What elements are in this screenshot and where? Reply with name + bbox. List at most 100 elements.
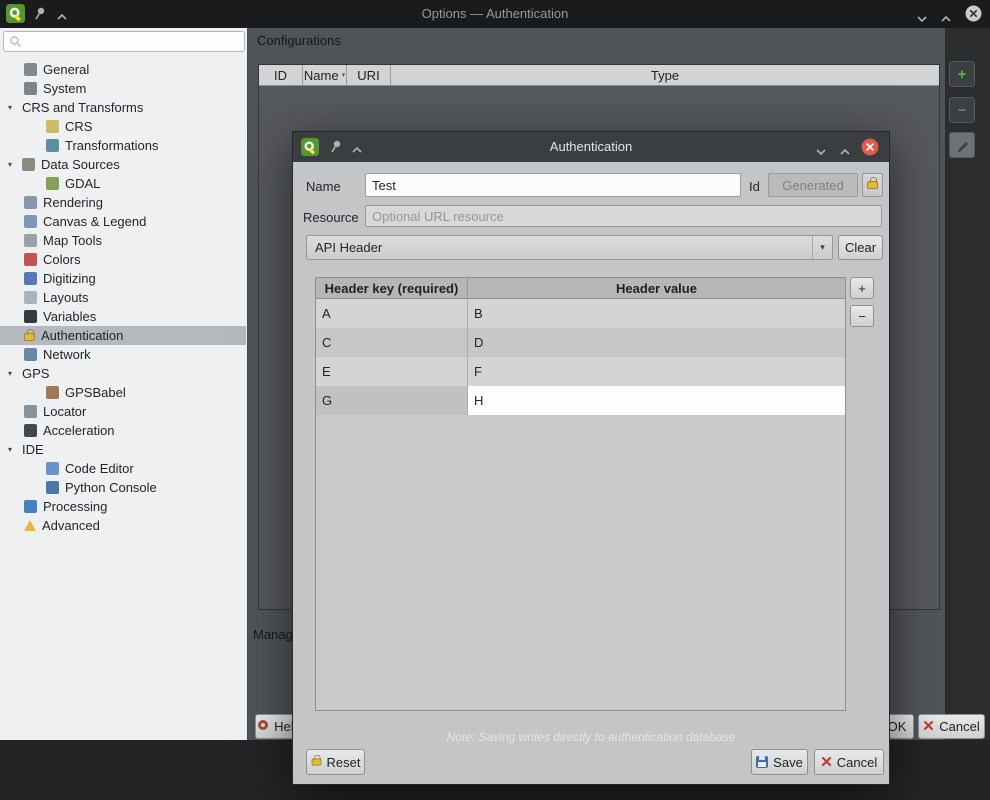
column-header-type[interactable]: Type [391, 65, 939, 85]
warning-triangle-icon [24, 520, 36, 531]
value-cell[interactable]: D [468, 328, 845, 357]
options-titlebar[interactable]: Options — Authentication [0, 0, 990, 28]
sidebar-item-python-console[interactable]: Python Console [0, 478, 246, 497]
key-cell[interactable]: G [316, 386, 468, 415]
header-table[interactable]: Header key (required) Header value A B C… [315, 277, 846, 711]
cancel-x-icon [923, 719, 934, 734]
sidebar-item-crs-and-transforms[interactable]: ▾ CRS and Transforms [0, 98, 246, 117]
value-cell[interactable]: B [468, 299, 845, 328]
header-table-head: Header key (required) Header value [316, 278, 845, 299]
table-row[interactable]: C D [316, 328, 845, 357]
sidebar-item-layouts[interactable]: Layouts [0, 288, 246, 307]
chevron-down-icon[interactable] [815, 144, 827, 162]
sidebar-item-gpsbabel[interactable]: GPSBabel [0, 383, 246, 402]
key-cell[interactable]: E [316, 357, 468, 386]
sidebar-item-gps[interactable]: ▾ GPS [0, 364, 246, 383]
remove-configuration-button[interactable]: − [949, 97, 975, 123]
item-label: Advanced [42, 518, 100, 533]
column-header-id[interactable]: ID [259, 65, 303, 85]
dialog-cancel-button[interactable]: Cancel [814, 749, 884, 775]
remove-header-button[interactable]: − [850, 305, 874, 327]
chevron-up-icon[interactable] [940, 11, 952, 29]
dropdown-arrow-icon: ▾ [812, 236, 832, 259]
add-configuration-button[interactable]: + [949, 61, 975, 87]
value-cell[interactable]: F [468, 357, 845, 386]
sidebar-item-code-editor[interactable]: Code Editor [0, 459, 246, 478]
item-label: Authentication [41, 328, 123, 343]
column-header-value[interactable]: Header value [468, 278, 845, 298]
id-lock-button[interactable] [862, 173, 883, 197]
expander-icon[interactable]: ▾ [8, 103, 22, 112]
sidebar-item-network[interactable]: Network [0, 345, 246, 364]
resource-input[interactable] [365, 205, 882, 227]
sidebar-item-advanced[interactable]: Advanced [0, 516, 246, 535]
id-label: Id [749, 179, 760, 194]
window-title: Options — Authentication [0, 0, 990, 28]
digitizing-icon [24, 272, 37, 285]
clear-button[interactable]: Clear [838, 235, 883, 260]
sidebar-item-crs[interactable]: CRS [0, 117, 246, 136]
sidebar-item-acceleration[interactable]: Acceleration [0, 421, 246, 440]
dialog-titlebar[interactable]: Authentication [293, 132, 889, 162]
sidebar-item-system[interactable]: System [0, 79, 246, 98]
locator-icon [24, 405, 37, 418]
sidebar-item-transformations[interactable]: Transformations [0, 136, 246, 155]
search-input[interactable] [3, 31, 245, 52]
name-input[interactable] [365, 173, 741, 197]
close-icon[interactable] [861, 138, 879, 161]
table-row[interactable]: E F [316, 357, 845, 386]
key-cell[interactable]: C [316, 328, 468, 357]
item-label: Acceleration [43, 423, 115, 438]
cancel-button[interactable]: Cancel [918, 714, 985, 739]
python-console-icon [46, 481, 59, 494]
manage-label: Manag [253, 627, 293, 642]
item-label: General [43, 62, 89, 77]
key-cell[interactable]: A [316, 299, 468, 328]
auth-method-select[interactable]: API Header ▾ [306, 235, 833, 260]
chevron-down-icon[interactable] [916, 11, 928, 29]
sidebar-item-rendering[interactable]: Rendering [0, 193, 246, 212]
column-header-uri[interactable]: URI [347, 65, 391, 85]
add-header-button[interactable]: + [850, 277, 874, 299]
item-label: CRS and Transforms [22, 100, 143, 115]
reset-button[interactable]: Reset [306, 749, 365, 775]
chevron-up-icon[interactable] [839, 144, 851, 162]
table-row[interactable]: G H [316, 386, 845, 415]
variables-icon [24, 310, 37, 323]
sidebar-item-general[interactable]: General [0, 60, 246, 79]
authentication-dialog: Authentication Name Id Generated Resourc… [292, 131, 890, 785]
canvas-legend-icon [24, 215, 37, 228]
save-button[interactable]: Save [751, 749, 808, 775]
expander-icon[interactable]: ▾ [8, 369, 22, 378]
lock-icon [867, 181, 878, 189]
resource-label: Resource [303, 210, 359, 225]
map-tools-icon [24, 234, 37, 247]
data-sources-icon [22, 158, 35, 171]
sidebar-item-ide[interactable]: ▾ IDE [0, 440, 246, 459]
config-toolbar: + − [945, 28, 990, 740]
sidebar-item-digitizing[interactable]: Digitizing [0, 269, 246, 288]
sidebar-item-variables[interactable]: Variables [0, 307, 246, 326]
item-label: GPS [22, 366, 49, 381]
sidebar-item-data-sources[interactable]: ▾ Data Sources [0, 155, 246, 174]
close-icon[interactable] [965, 5, 982, 27]
sidebar-item-processing[interactable]: Processing [0, 497, 246, 516]
sidebar-item-canvas-legend[interactable]: Canvas & Legend [0, 212, 246, 231]
expander-icon[interactable]: ▾ [8, 445, 22, 454]
sidebar-item-gdal[interactable]: GDAL [0, 174, 246, 193]
column-header-name[interactable]: Name ▾ [303, 65, 347, 85]
sidebar-item-authentication[interactable]: Authentication [0, 326, 246, 345]
column-header-key[interactable]: Header key (required) [316, 278, 468, 298]
sidebar-item-colors[interactable]: Colors [0, 250, 246, 269]
expander-icon[interactable]: ▾ [8, 160, 22, 169]
value-cell[interactable]: H [468, 386, 845, 415]
sidebar-item-map-tools[interactable]: Map Tools [0, 231, 246, 250]
search-icon [9, 35, 22, 53]
table-row[interactable]: A B [316, 299, 845, 328]
item-label: Processing [43, 499, 107, 514]
reset-icon [311, 758, 321, 765]
item-label: IDE [22, 442, 44, 457]
edit-configuration-button[interactable] [949, 132, 975, 158]
id-generated-field: Generated [768, 173, 858, 197]
sidebar-item-locator[interactable]: Locator [0, 402, 246, 421]
